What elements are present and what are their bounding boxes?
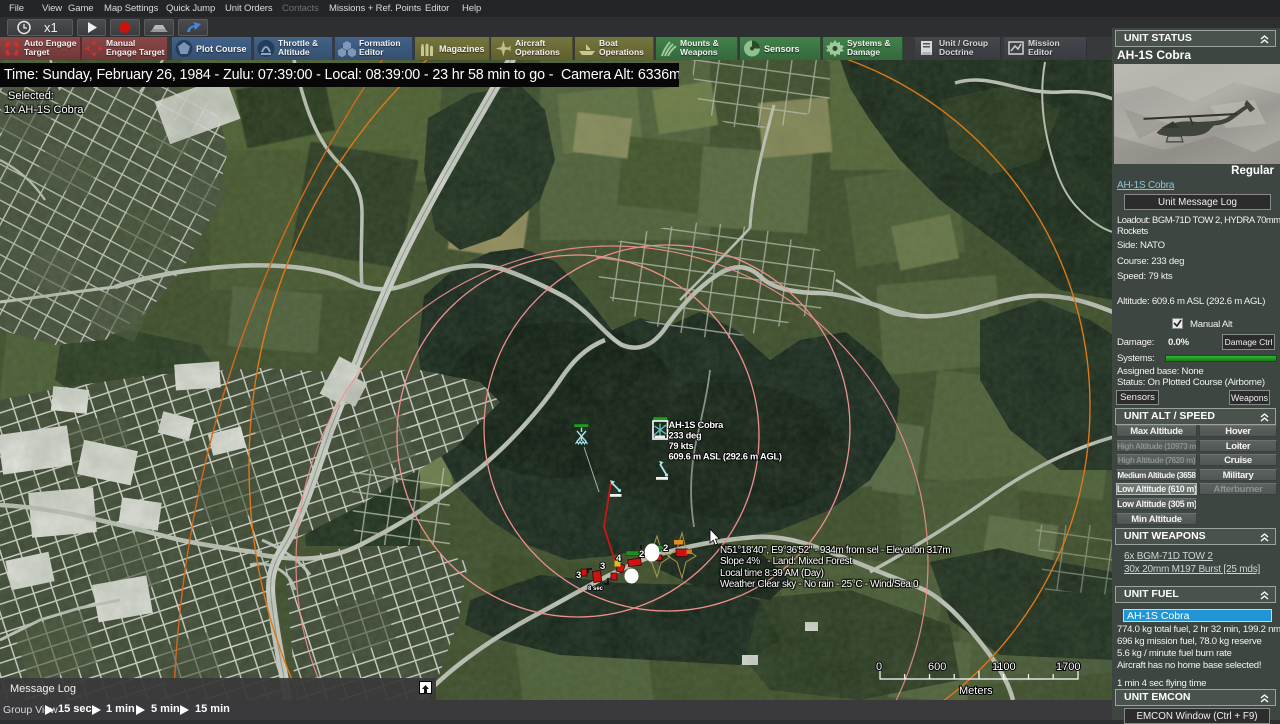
svg-text:1100: 1100 [992, 661, 1016, 673]
svg-text:3: 3 [576, 570, 581, 581]
svg-text:4: 4 [616, 553, 622, 564]
svg-text:AH-1S Cobra: AH-1S Cobra [669, 420, 725, 430]
svg-text:609.6 m ASL (292.6 m AGL): 609.6 m ASL (292.6 m AGL) [669, 452, 782, 462]
svg-text:79 kts: 79 kts [669, 441, 694, 451]
svg-text:x1: x1 [44, 20, 58, 35]
svg-text:600: 600 [928, 661, 946, 673]
svg-text:0: 0 [876, 661, 882, 673]
svg-text:2: 2 [663, 543, 668, 554]
svg-text:3: 3 [600, 561, 605, 572]
svg-text:1700: 1700 [1056, 661, 1080, 673]
svg-text:Meters: Meters [959, 685, 993, 697]
svg-text:8 sec: 8 sec [588, 586, 604, 592]
svg-text:233 deg: 233 deg [669, 431, 702, 441]
svg-text:2: 2 [639, 549, 644, 560]
